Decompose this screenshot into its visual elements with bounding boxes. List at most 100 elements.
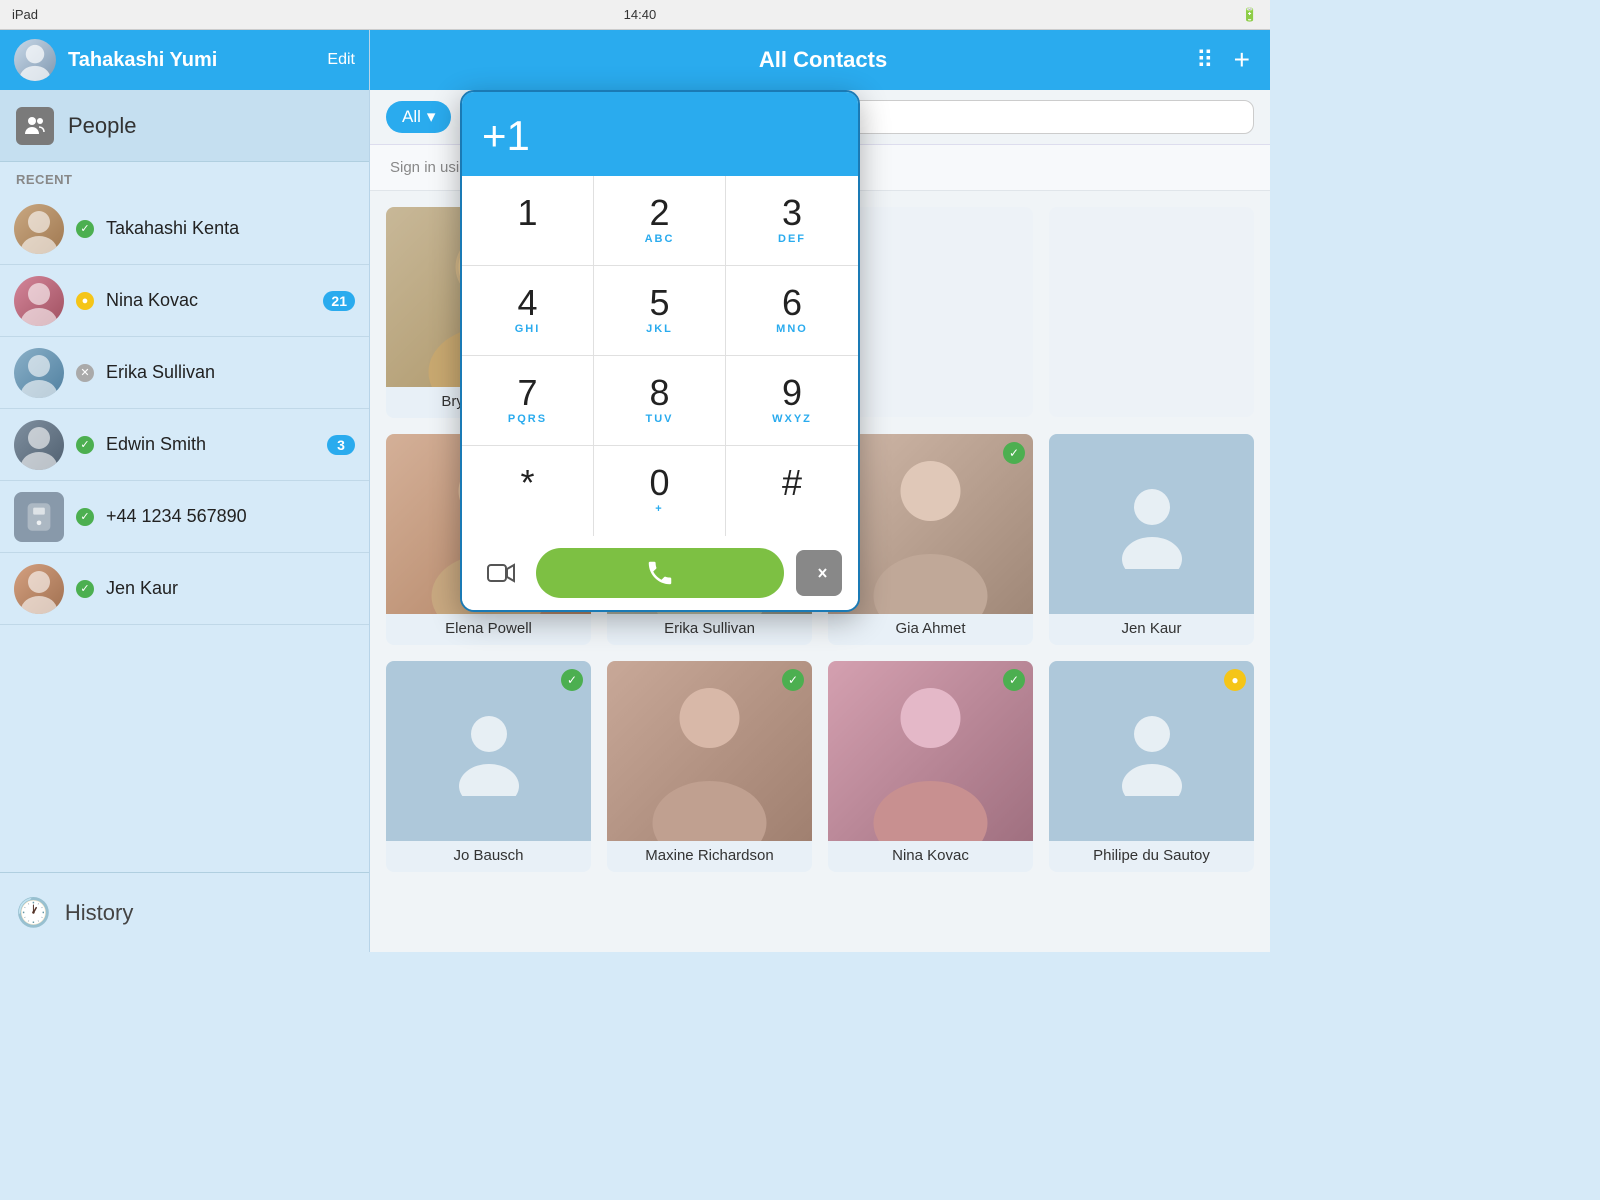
add-contact-button[interactable]: + bbox=[1234, 44, 1250, 76]
dialpad-key[interactable]: 8 TUV bbox=[594, 356, 726, 446]
contact-name: Takahashi Kenta bbox=[106, 218, 355, 239]
key-letters: GHI bbox=[515, 323, 541, 337]
contact-card[interactable]: Jen Kaur bbox=[1049, 434, 1254, 645]
key-letters: DEF bbox=[778, 233, 806, 247]
backspace-button[interactable] bbox=[796, 550, 842, 596]
dialpad-key[interactable]: 7 PQRS bbox=[462, 356, 594, 446]
dialpad-grid: 1 2 ABC 3 DEF 4 GHI 5 JKL 6 MNO 7 PQRS 8… bbox=[462, 176, 858, 536]
status-indicator: ✕ bbox=[76, 364, 94, 382]
grid-icon[interactable]: ⠿ bbox=[1196, 46, 1214, 75]
avatar bbox=[14, 204, 64, 254]
contact-photo bbox=[828, 661, 1033, 841]
recent-section-label: RECENT bbox=[0, 162, 369, 193]
status-badge: ● bbox=[1224, 669, 1246, 691]
key-letters: ABC bbox=[645, 233, 675, 247]
key-number: 0 bbox=[649, 465, 669, 501]
avatar bbox=[14, 348, 64, 398]
list-item[interactable]: ✓ Takahashi Kenta bbox=[0, 193, 369, 265]
contact-name: Erika Sullivan bbox=[106, 362, 355, 383]
key-number: * bbox=[520, 465, 534, 501]
contact-photo bbox=[607, 661, 812, 841]
contact-name: Jen Kaur bbox=[1117, 620, 1185, 637]
avatar bbox=[14, 39, 56, 81]
unread-badge: 21 bbox=[323, 291, 355, 311]
list-item[interactable]: ✓ Jen Kaur bbox=[0, 553, 369, 625]
phone-icon bbox=[14, 492, 64, 542]
key-number: 7 bbox=[517, 375, 537, 411]
status-badge: ✓ bbox=[1003, 442, 1025, 464]
list-item[interactable]: ✓ +44 1234 567890 bbox=[0, 481, 369, 553]
chevron-down-icon: ▾ bbox=[427, 107, 436, 127]
dialpad-key[interactable]: 9 WXYZ bbox=[726, 356, 858, 446]
status-indicator: ✓ bbox=[76, 220, 94, 238]
status-indicator: ✓ bbox=[76, 508, 94, 526]
list-item[interactable]: ✓ Edwin Smith 3 bbox=[0, 409, 369, 481]
dialpad-key[interactable]: 4 GHI bbox=[462, 266, 594, 356]
contact-card[interactable]: ✓ Nina Kovac bbox=[828, 661, 1033, 872]
status-bar: iPad 14:40 🔋 bbox=[0, 0, 1270, 30]
contact-name: Erika Sullivan bbox=[660, 620, 759, 637]
contact-card[interactable]: ● Philipe du Sautoy bbox=[1049, 661, 1254, 872]
dialpad-key[interactable]: # bbox=[726, 446, 858, 536]
list-item[interactable]: ✕ Erika Sullivan bbox=[0, 337, 369, 409]
people-label: People bbox=[68, 113, 137, 139]
key-number: 1 bbox=[517, 195, 537, 231]
status-indicator: ✓ bbox=[76, 436, 94, 454]
contact-name: Philipe du Sautoy bbox=[1089, 847, 1214, 864]
video-call-icon[interactable] bbox=[478, 550, 524, 596]
dialpad-key[interactable]: 2 ABC bbox=[594, 176, 726, 266]
key-number: 9 bbox=[782, 375, 802, 411]
key-number: 8 bbox=[649, 375, 669, 411]
status-badge: ✓ bbox=[782, 669, 804, 691]
contact-card[interactable]: ✓ Jo Bausch bbox=[386, 661, 591, 872]
dialpad-key[interactable]: 1 bbox=[462, 176, 594, 266]
edit-button[interactable]: Edit bbox=[327, 51, 355, 69]
contact-name: Edwin Smith bbox=[106, 434, 315, 455]
status-indicator: ✓ bbox=[76, 580, 94, 598]
history-icon: 🕐 bbox=[16, 896, 51, 929]
status-battery: 🔋 bbox=[1242, 7, 1258, 23]
people-icon bbox=[16, 107, 54, 145]
status-badge: ✓ bbox=[1003, 669, 1025, 691]
key-letters: MNO bbox=[776, 323, 808, 337]
contact-card[interactable]: ✓ Maxine Richardson bbox=[607, 661, 812, 872]
dialpad-display: +1 bbox=[462, 92, 858, 176]
phone-number: +44 1234 567890 bbox=[106, 506, 247, 527]
sidebar-item-history[interactable]: 🕐 History bbox=[0, 872, 369, 952]
dialpad-key[interactable]: * bbox=[462, 446, 594, 536]
page-title: All Contacts bbox=[759, 47, 887, 73]
status-time: 14:40 bbox=[624, 7, 657, 22]
dialpad-overlay: +1 1 2 ABC 3 DEF 4 GHI 5 JKL 6 MNO 7 PQR… bbox=[460, 90, 860, 612]
header-actions: ⠿ + bbox=[1196, 44, 1250, 76]
key-number: 6 bbox=[782, 285, 802, 321]
key-number: 5 bbox=[649, 285, 669, 321]
sidebar-username: Tahakashi Yumi bbox=[68, 49, 315, 72]
contact-name: Gia Ahmet bbox=[891, 620, 969, 637]
key-letters: JKL bbox=[646, 323, 673, 337]
list-item[interactable]: ● Nina Kovac 21 bbox=[0, 265, 369, 337]
dialpad-key[interactable]: 5 JKL bbox=[594, 266, 726, 356]
dialpad-key[interactable]: 3 DEF bbox=[726, 176, 858, 266]
key-letters: WXYZ bbox=[772, 413, 812, 427]
sidebar-item-people[interactable]: People bbox=[0, 90, 369, 162]
contact-photo-placeholder bbox=[386, 661, 591, 841]
key-number: # bbox=[782, 465, 802, 501]
contact-photo-placeholder bbox=[1049, 434, 1254, 614]
status-ipad: iPad bbox=[12, 7, 38, 22]
dialpad-key[interactable]: 6 MNO bbox=[726, 266, 858, 356]
status-badge: ✓ bbox=[561, 669, 583, 691]
sidebar-header: Tahakashi Yumi Edit bbox=[0, 30, 369, 90]
key-number: 3 bbox=[782, 195, 802, 231]
filter-label: All bbox=[402, 107, 421, 127]
call-button[interactable] bbox=[536, 548, 784, 598]
key-number: 4 bbox=[517, 285, 537, 321]
contact-name: Nina Kovac bbox=[106, 290, 311, 311]
filter-dropdown[interactable]: All ▾ bbox=[386, 101, 451, 133]
dialpad-key[interactable]: 0 + bbox=[594, 446, 726, 536]
contact-name: Jen Kaur bbox=[106, 578, 355, 599]
avatar bbox=[14, 276, 64, 326]
dialpad-bottom bbox=[462, 536, 858, 610]
avatar bbox=[14, 564, 64, 614]
contact-name: Elena Powell bbox=[441, 620, 536, 637]
key-letters: PQRS bbox=[508, 413, 547, 427]
